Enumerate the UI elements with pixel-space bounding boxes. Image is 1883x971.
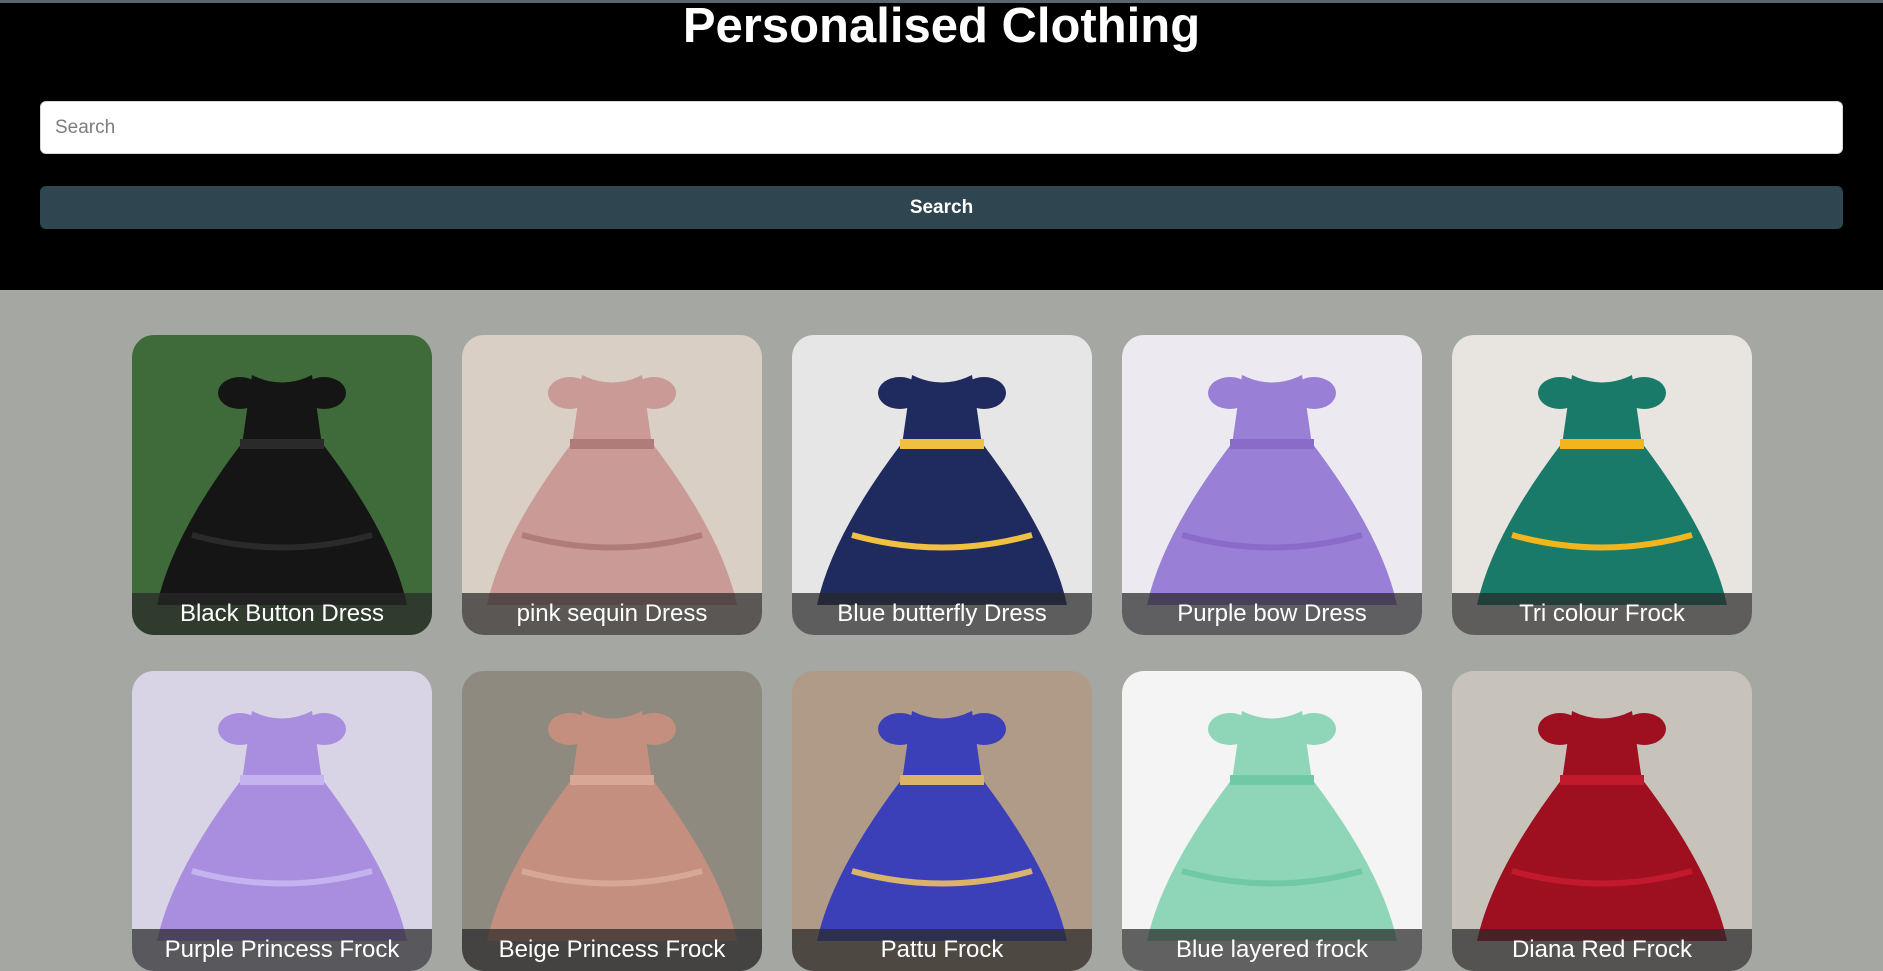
window-top-border	[0, 0, 1883, 3]
product-image	[1122, 671, 1422, 971]
product-name: pink sequin Dress	[462, 593, 762, 635]
product-name: Beige Princess Frock	[462, 929, 762, 971]
product-card[interactable]: Diana Red Frock	[1452, 671, 1752, 971]
product-image	[462, 671, 762, 971]
product-name: Tri colour Frock	[1452, 593, 1752, 635]
product-image	[132, 335, 432, 635]
product-card[interactable]: Blue layered frock	[1122, 671, 1422, 971]
product-card[interactable]: Tri colour Frock	[1452, 335, 1752, 635]
product-card[interactable]: Purple Princess Frock	[132, 671, 432, 971]
product-image	[792, 335, 1092, 635]
product-image	[462, 335, 762, 635]
product-name: Pattu Frock	[792, 929, 1092, 971]
product-card[interactable]: Black Button Dress	[132, 335, 432, 635]
product-card[interactable]: pink sequin Dress	[462, 335, 762, 635]
search-input[interactable]	[40, 101, 1843, 154]
product-card[interactable]: Purple bow Dress	[1122, 335, 1422, 635]
product-name: Purple bow Dress	[1122, 593, 1422, 635]
product-image	[1452, 335, 1752, 635]
search-button[interactable]: Search	[40, 186, 1843, 229]
page-title: Personalised Clothing	[682, 0, 1201, 53]
product-name: Blue layered frock	[1122, 929, 1422, 971]
product-image	[1452, 671, 1752, 971]
product-card[interactable]: Pattu Frock	[792, 671, 1092, 971]
product-image	[132, 671, 432, 971]
product-image	[792, 671, 1092, 971]
product-name: Blue butterfly Dress	[792, 593, 1092, 635]
product-image	[1122, 335, 1422, 635]
product-name: Diana Red Frock	[1452, 929, 1752, 971]
page-header: Personalised Clothing Search	[0, 0, 1883, 290]
product-name: Purple Princess Frock	[132, 929, 432, 971]
product-name: Black Button Dress	[132, 593, 432, 635]
product-card[interactable]: Beige Princess Frock	[462, 671, 762, 971]
product-grid: Black Button Dress pink sequin Dress Blue …	[132, 335, 1752, 971]
product-card[interactable]: Blue butterfly Dress	[792, 335, 1092, 635]
